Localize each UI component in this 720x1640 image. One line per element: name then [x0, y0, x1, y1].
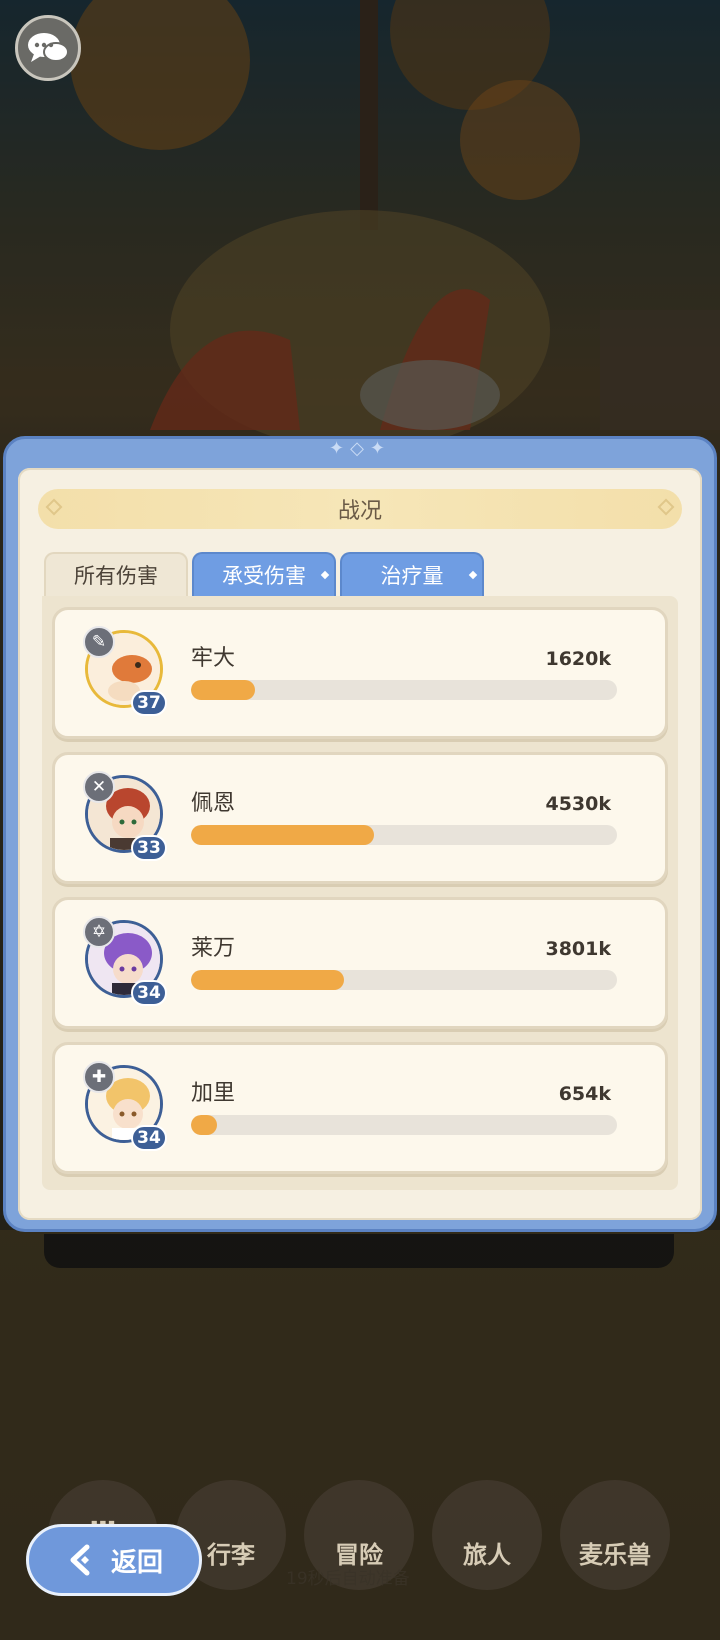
- damage-bar: [191, 680, 617, 700]
- chat-bubble-icon: [28, 33, 69, 62]
- panel-title-bar: 战况: [38, 489, 682, 529]
- level-badge: 34: [131, 980, 167, 1006]
- damage-bar-fill: [191, 970, 345, 990]
- nav-traveler[interactable]: 旅人: [432, 1480, 542, 1590]
- damage-bar-fill: [191, 680, 255, 700]
- tab-all-damage-label: 所有伤害: [74, 564, 158, 588]
- tab-damage-taken[interactable]: 承受伤害: [192, 552, 336, 596]
- damage-bar-fill: [191, 825, 375, 845]
- list-item[interactable]: ✡ 34 莱万 3801k: [52, 897, 668, 1029]
- tab-healing[interactable]: 治疗量: [340, 552, 484, 596]
- list-item[interactable]: ✎ 37 牢大 1620k: [52, 607, 668, 739]
- level-badge: 37: [131, 690, 167, 716]
- gem-ornament-icon: [657, 498, 675, 516]
- tab-healing-label: 治疗量: [380, 564, 444, 588]
- nav-traveler-label: 旅人: [463, 1541, 511, 1569]
- damage-bar: [191, 825, 617, 845]
- list-item[interactable]: ✚ 34 加里 654k: [52, 1042, 668, 1174]
- background-bar: [44, 1234, 674, 1268]
- chat-button[interactable]: [15, 15, 81, 81]
- tab-all-damage[interactable]: 所有伤害: [44, 552, 188, 596]
- crossed-swords-icon: ✕: [83, 771, 115, 803]
- gem-ornament-icon: [45, 498, 63, 516]
- level-badge: 33: [131, 835, 167, 861]
- character-name: 莱万: [191, 936, 236, 961]
- back-button-label: 返回: [110, 1547, 163, 1578]
- hexagram-icon: ✡: [83, 916, 115, 948]
- back-arrow-icon: [70, 1544, 90, 1576]
- sparkle-icon: [468, 570, 478, 580]
- damage-bar: [191, 970, 617, 990]
- damage-bar-fill: [191, 1115, 217, 1135]
- nav-pet-label: 麦乐兽: [579, 1541, 651, 1569]
- list-item[interactable]: ✕ 33 佩恩 4530k: [52, 752, 668, 884]
- damage-bar: [191, 1115, 617, 1135]
- character-name: 佩恩: [191, 791, 236, 816]
- tab-damage-taken-label: 承受伤害: [222, 564, 306, 588]
- sparkle-icon: [320, 570, 330, 580]
- damage-value: 1620k: [545, 648, 611, 670]
- auto-ready-text: 19秒后自动准备: [286, 1569, 410, 1589]
- cross-icon: ✚: [83, 1061, 115, 1093]
- back-button[interactable]: 返回: [26, 1524, 202, 1596]
- nav-luggage-label: 行李: [207, 1541, 255, 1569]
- damage-value: 654k: [558, 1083, 611, 1105]
- character-name: 牢大: [191, 646, 236, 671]
- panel-title: 战况: [337, 499, 382, 524]
- ornament-icon: ✦◇✦: [328, 438, 391, 459]
- nav-pet[interactable]: 麦乐兽: [560, 1480, 670, 1590]
- damage-value: 3801k: [545, 938, 611, 960]
- damage-value: 4530k: [545, 793, 611, 815]
- pin-icon: ✎: [83, 626, 115, 658]
- level-badge: 34: [131, 1125, 167, 1151]
- character-name: 加里: [191, 1081, 236, 1106]
